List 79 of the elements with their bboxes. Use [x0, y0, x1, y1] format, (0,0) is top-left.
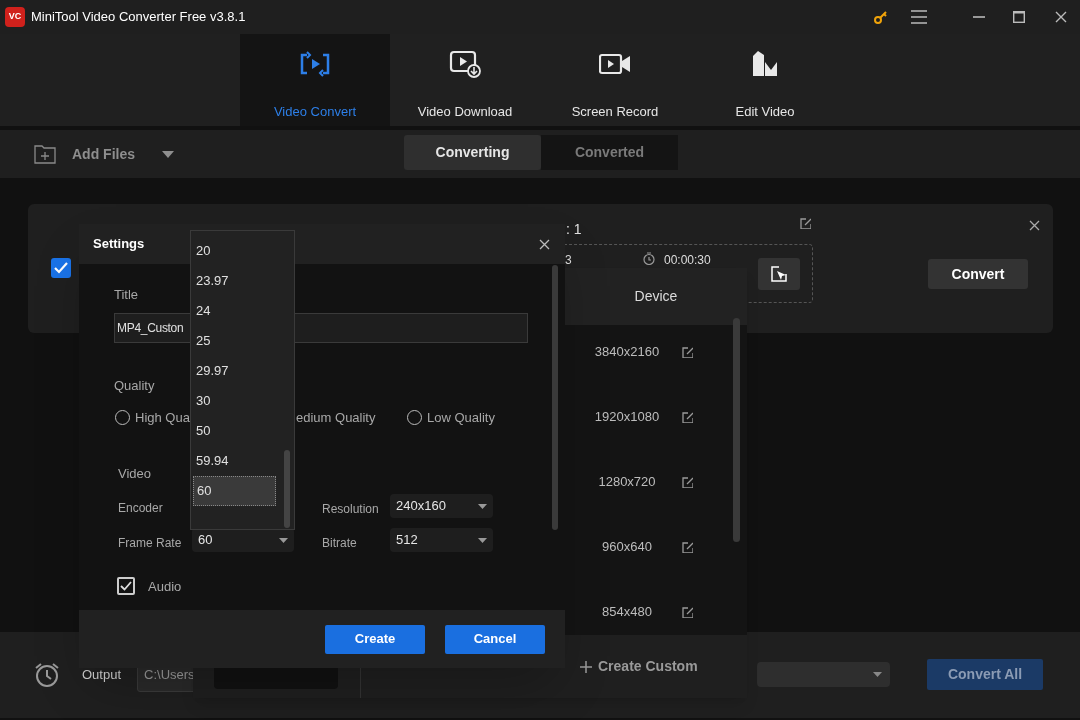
edit-icon[interactable] [681, 605, 693, 618]
nav-tab[interactable]: Screen Record [540, 34, 690, 126]
dropdown-caret-icon[interactable] [162, 150, 174, 158]
convert-button[interactable]: Convert [928, 259, 1028, 289]
resolution-label: 960x640 [601, 538, 653, 556]
dialog-button[interactable]: Cancel [445, 624, 545, 654]
scrollbar[interactable] [733, 318, 740, 542]
list-option[interactable]: 50 [193, 416, 276, 446]
nav-tab[interactable]: Video Download [390, 34, 540, 126]
resolution-label: 1920x1080 [593, 408, 661, 426]
frame-rate-dropdown[interactable]: 60 [192, 528, 294, 552]
bitrate-dropdown[interactable]: 512 [390, 528, 493, 552]
nav-tab[interactable]: Edit Video [690, 34, 840, 126]
clock-icon [643, 252, 655, 265]
close-icon[interactable] [1055, 11, 1067, 23]
select-target-button[interactable] [758, 258, 800, 290]
checkbox[interactable] [117, 577, 135, 595]
video-label: Video [118, 465, 151, 483]
radio-label: edium Quality [296, 409, 376, 427]
view-tab[interactable]: Converting [404, 135, 541, 170]
resolution-label: 854x480 [601, 603, 653, 621]
edit-icon[interactable] [799, 217, 811, 229]
edit-icon[interactable] [681, 475, 693, 488]
create-custom-button[interactable]: Create Custom [580, 656, 698, 677]
caret-icon [279, 537, 288, 543]
radio-button[interactable]: Low Quality [407, 408, 495, 428]
pointer-icon [771, 266, 787, 282]
close-icon[interactable] [539, 238, 550, 250]
checkbox[interactable] [51, 258, 71, 278]
resolution-label: 3840x2160 [593, 343, 661, 361]
window-title: MiniTool Video Converter Free v3.8.1 [31, 8, 246, 27]
resolution-label: 1280x720 [597, 473, 657, 491]
dropdown-field[interactable] [757, 662, 890, 687]
encoder-label: Encoder [118, 500, 163, 517]
list-option[interactable]: 60 [193, 476, 276, 506]
caret-icon [873, 672, 882, 677]
video-download-icon [449, 50, 481, 78]
output-label: Output [82, 666, 122, 685]
bitrate-label: Bitrate [322, 535, 357, 552]
duration-label: 00:00:30 [664, 252, 711, 269]
quality-label: Quality [114, 377, 155, 395]
target-label: : 1 [566, 220, 582, 239]
scrollbar[interactable] [552, 265, 558, 530]
format-label: 3 [565, 252, 572, 269]
audio-label: Audio [148, 578, 182, 596]
minimize-icon[interactable] [973, 15, 985, 19]
scrollbar[interactable] [284, 450, 290, 528]
list-option[interactable]: 29.97 [193, 356, 276, 386]
resolution-dropdown[interactable]: 240x160 [390, 494, 493, 518]
edit-video-icon [751, 50, 779, 78]
list-option[interactable]: 59.94 [193, 446, 276, 476]
video-camera-icon [599, 53, 631, 75]
menu-icon[interactable] [911, 10, 927, 24]
view-tab[interactable]: Converted [541, 135, 678, 170]
dialog-button[interactable]: Create [325, 624, 425, 654]
frame-rate-label: Frame Rate [118, 535, 182, 552]
app-logo: VC [5, 7, 25, 27]
edit-icon[interactable] [681, 540, 693, 553]
maximize-icon[interactable] [1013, 11, 1025, 23]
resolution-label: Resolution [322, 501, 379, 518]
plus-icon [580, 660, 592, 673]
list-option[interactable]: 23.97 [193, 266, 276, 296]
device-tab[interactable]: Device [565, 268, 747, 325]
alarm-clock-icon[interactable] [34, 662, 60, 688]
dialog-title: Settings [93, 235, 145, 254]
caret-icon [478, 537, 487, 543]
nav-tab[interactable]: Video Convert [240, 34, 390, 126]
radio-button[interactable]: High Qua [115, 408, 190, 428]
key-icon[interactable] [873, 9, 889, 25]
edit-icon[interactable] [681, 410, 693, 423]
title-label: Title [114, 286, 139, 304]
close-icon[interactable] [1029, 220, 1040, 231]
caret-icon [478, 503, 487, 509]
edit-icon[interactable] [681, 345, 693, 358]
add-files-button[interactable]: Add Files [72, 143, 135, 165]
list-option[interactable]: 30 [193, 386, 276, 416]
convert-icon [299, 50, 331, 78]
list-option[interactable]: 20 [193, 236, 276, 266]
add-folder-icon[interactable] [34, 144, 56, 164]
